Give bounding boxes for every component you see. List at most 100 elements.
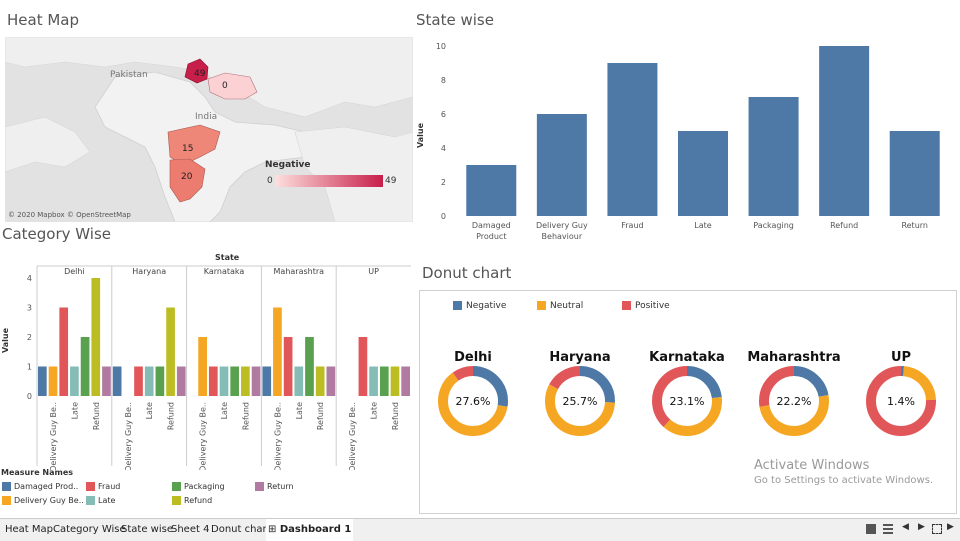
category-xtick: Refund: [241, 402, 250, 430]
category-bar: [251, 366, 261, 396]
category-bar: [155, 366, 165, 396]
category-panel-header: Delhi: [64, 267, 85, 276]
category-bar: [358, 337, 368, 396]
donut-legend-item[interactable]: Positive: [622, 301, 670, 311]
legend-label: Fraud: [98, 482, 121, 491]
category-bar: [166, 307, 175, 396]
map-label-country: India: [195, 112, 218, 122]
category-bar: [305, 337, 314, 396]
tab-sheet-4[interactable]: Sheet 4: [169, 519, 211, 541]
category-ytick: 3: [27, 304, 32, 313]
category-legend-item[interactable]: Damaged Prod..: [2, 482, 78, 491]
category-legend-item[interactable]: Fraud: [86, 482, 120, 491]
legend-swatch: [453, 301, 462, 310]
category-bar: [262, 366, 272, 396]
heatmap-legend-gradient: [275, 175, 383, 187]
map-label-country: Pakistan: [110, 70, 148, 80]
tab-state-wise[interactable]: State wise: [119, 519, 175, 541]
heatmap-legend-title: Negative: [265, 160, 311, 170]
category-bar: [390, 366, 400, 396]
statewise-bar: [607, 63, 658, 216]
next-page-icon[interactable]: ▶: [947, 522, 954, 532]
category-xtick: Delivery Guy Be..: [348, 402, 357, 470]
category-bar: [102, 366, 111, 396]
category-xtick: Late: [370, 402, 379, 419]
first-page-icon[interactable]: ◀: [902, 522, 909, 532]
category-legend-item[interactable]: Packaging: [172, 482, 225, 491]
statewise-ylabel: Value: [416, 122, 426, 149]
legend-swatch: [86, 482, 95, 491]
tab-dashboard-1[interactable]: ⊞ Dashboard 1: [266, 519, 354, 541]
category-panel-header: UP: [368, 267, 379, 276]
statewise-ytick: 2: [441, 178, 446, 187]
category-bar: [59, 307, 69, 396]
category-ylabel-container: Value: [1, 326, 15, 356]
category-xtick: Delivery Guy Be..: [273, 402, 282, 470]
list-view-icon[interactable]: [883, 523, 893, 535]
statewise-xtick: Delivery Guy: [536, 221, 588, 230]
map-value-label: 49: [194, 69, 206, 79]
donut-state-name: Delhi: [454, 350, 492, 365]
category-bar: [134, 366, 143, 396]
legend-swatch: [622, 301, 631, 310]
tab-category-wise[interactable]: Category Wise: [51, 519, 128, 541]
statewise-ylabel-container: Value: [416, 121, 432, 151]
donut-state-name: Maharashtra: [747, 350, 840, 365]
statewise-ytick: 6: [441, 110, 446, 119]
category-bar: [91, 278, 101, 396]
watermark-line2: Go to Settings to activate Windows.: [754, 475, 934, 486]
category-panel-header: Haryana: [132, 267, 166, 276]
category-legend-item[interactable]: Return: [255, 482, 294, 491]
statewise-xtick: Fraud: [621, 221, 643, 230]
statewise-xtick: Behaviour: [542, 232, 583, 241]
category-xtick: Refund: [391, 402, 400, 430]
donut-legend-item[interactable]: Negative: [453, 301, 506, 311]
category-bar: [198, 337, 207, 396]
category-title: Category Wise: [2, 225, 111, 243]
category-xtick: Late: [145, 402, 154, 419]
previous-page-icon[interactable]: ▶: [918, 522, 925, 532]
category-legend-item[interactable]: Delivery Guy Be..: [2, 496, 84, 505]
fit-screen-icon[interactable]: [932, 524, 942, 534]
category-bar: [230, 366, 240, 396]
category-bar: [401, 366, 410, 396]
legend-label: Negative: [466, 301, 507, 311]
tab-donut-chart[interactable]: Donut chart: [209, 519, 273, 541]
category-bar: [219, 366, 229, 396]
category-bar: [80, 337, 90, 396]
category-bar: [38, 366, 47, 396]
legend-label: Damaged Prod..: [14, 482, 79, 491]
category-bar: [294, 366, 304, 396]
statewise-bar: [819, 46, 870, 216]
statewise-xtick: Refund: [830, 221, 858, 230]
statewise-xtick: Damaged: [472, 221, 511, 230]
dashboard-icon: ⊞: [268, 524, 277, 535]
donut-center-label: 22.2%: [777, 395, 812, 408]
statewise-xtick: Return: [901, 221, 928, 230]
category-legend: Measure Names Damaged Prod.. Fraud Packagi…: [0, 468, 412, 516]
category-xtick: Delivery Guy Be..: [124, 402, 133, 470]
category-legend-item[interactable]: Late: [86, 496, 115, 505]
statewise-bar: [678, 131, 728, 216]
legend-swatch: [255, 482, 264, 491]
category-ytick: 4: [27, 274, 32, 283]
tab-heat-map[interactable]: Heat Map: [3, 519, 55, 541]
category-bar: [144, 366, 154, 396]
statewise-xtick: Packaging: [753, 221, 794, 230]
category-xtick: Delivery Guy Be..: [199, 402, 208, 470]
heatmap-legend-min: 0: [267, 176, 273, 186]
heatmap-title: Heat Map: [7, 11, 80, 29]
legend-swatch: [2, 496, 11, 505]
statewise-xtick: Late: [694, 221, 711, 230]
grid-view-icon[interactable]: [866, 524, 876, 534]
category-legend-title: Measure Names: [1, 468, 74, 477]
heatmap-map[interactable]: Pakistan India 49 0 15 20 Negative 0 49 …: [4, 36, 414, 223]
category-legend-item[interactable]: Refund: [172, 496, 212, 505]
category-bar: [112, 366, 122, 396]
donut-title: Donut chart: [422, 264, 512, 282]
legend-swatch: [172, 482, 181, 491]
category-xtick: Delivery Guy Be..: [49, 402, 58, 470]
legend-swatch: [86, 496, 95, 505]
donut-legend-item[interactable]: Neutral: [537, 301, 583, 311]
donut-center-label: 27.6%: [456, 395, 491, 408]
